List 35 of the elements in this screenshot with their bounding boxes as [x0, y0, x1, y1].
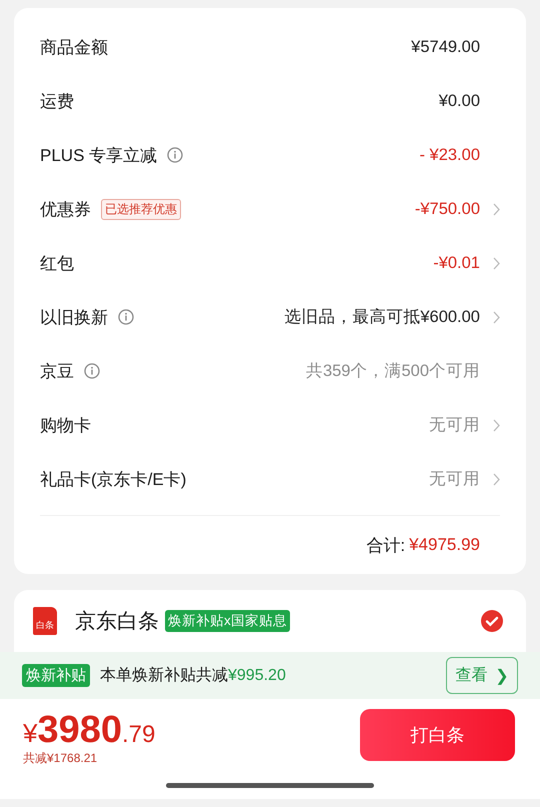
coupon-tag: 已选推荐优惠: [101, 198, 181, 220]
row-value[interactable]: -¥750.00: [414, 200, 480, 218]
info-icon[interactable]: [118, 309, 134, 325]
info-icon[interactable]: [167, 147, 184, 163]
savings-text: 共减¥1768.21: [23, 750, 98, 767]
pay-button[interactable]: 打白条: [360, 709, 515, 761]
row-label: 优惠券: [40, 198, 91, 220]
subsidy-tag: 焕新补贴x国家贴息: [165, 610, 290, 632]
row-value[interactable]: -¥0.01: [433, 254, 480, 272]
check-icon[interactable]: [480, 609, 504, 633]
row-value[interactable]: 无可用: [429, 414, 480, 436]
row-value[interactable]: 无可用: [429, 468, 480, 490]
view-button[interactable]: 查看 ❯: [446, 657, 518, 694]
payment-option[interactable]: 白条 京东白条 焕新补贴x国家贴息: [14, 590, 526, 652]
row-value: - ¥23.00: [419, 146, 480, 164]
payment-name: 京东白条: [75, 609, 159, 635]
subsidy-text: 本单焕新补贴共减¥995.20: [100, 666, 287, 686]
row-label: 礼品卡(京东卡/E卡): [40, 468, 186, 490]
row-label: 红包: [40, 252, 74, 274]
total-label: 合计:: [366, 534, 406, 556]
total-price: ¥3980.79: [23, 709, 156, 752]
subsidy-badge: 焕新补贴: [22, 664, 90, 687]
row-label: 京豆: [40, 360, 74, 382]
row-label: 商品金额: [40, 36, 108, 58]
info-icon[interactable]: [84, 363, 100, 379]
row-label: 以旧换新: [40, 306, 108, 328]
row-label: 购物卡: [40, 414, 91, 436]
row-label: PLUS 专享立减: [40, 144, 158, 166]
row-value[interactable]: 选旧品，最高可抵¥600.00: [284, 306, 480, 328]
baitiao-logo: 白条: [33, 607, 57, 635]
row-value: ¥5749.00: [411, 38, 480, 56]
total-value: ¥4975.99: [409, 535, 480, 555]
row-label: 运费: [40, 90, 74, 112]
row-value: 共359个，满500个可用: [306, 361, 480, 382]
row-value: ¥0.00: [438, 92, 480, 110]
